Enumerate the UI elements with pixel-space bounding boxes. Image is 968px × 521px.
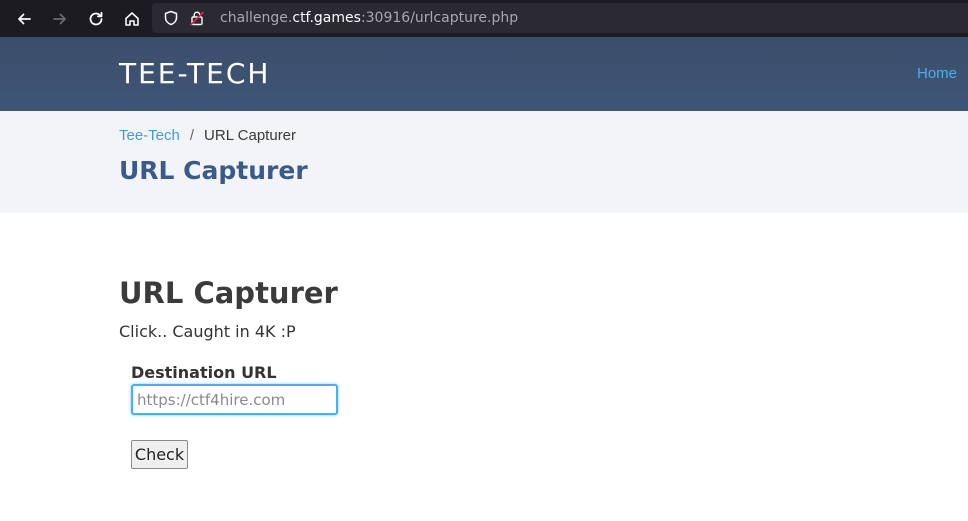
nav-home-link[interactable]: Home <box>917 65 957 82</box>
shield-icon <box>164 10 178 26</box>
breadcrumb: Tee-Tech / URL Capturer <box>119 127 296 144</box>
arrow-right-icon <box>53 13 66 24</box>
site-header: TEE-TECH Home <box>0 37 968 111</box>
check-button[interactable]: Check <box>131 440 188 469</box>
reload-button[interactable] <box>78 2 114 36</box>
breadcrumb-home-link[interactable]: Tee-Tech <box>119 127 180 144</box>
address-bar[interactable]: challenge.ctf.games:30916/urlcapture.php <box>152 3 968 33</box>
section-tagline: Click.. Caught in 4K :P <box>119 322 296 341</box>
destination-url-input[interactable] <box>131 384 338 415</box>
site-brand[interactable]: TEE-TECH <box>119 57 270 90</box>
home-icon <box>125 11 139 26</box>
home-button[interactable] <box>114 2 150 36</box>
page-title-band: Tee-Tech / URL Capturer URL Capturer <box>0 111 968 213</box>
url-host: ctf.games <box>292 10 361 26</box>
arrow-left-icon <box>18 13 31 24</box>
breadcrumb-separator: / <box>189 127 195 144</box>
url-suffix: :30916/urlcapture.php <box>360 10 519 26</box>
reload-icon <box>89 11 103 25</box>
url-form: Destination URL Check <box>131 363 338 469</box>
main-content: URL Capturer Click.. Caught in 4K :P Des… <box>119 276 338 469</box>
forward-button[interactable] <box>42 2 78 36</box>
tracking-protection-button[interactable] <box>158 3 184 33</box>
back-button[interactable] <box>6 2 42 36</box>
destination-url-label: Destination URL <box>131 363 277 382</box>
insecure-lock-icon <box>190 11 204 26</box>
url-text[interactable]: challenge.ctf.games:30916/urlcapture.php <box>220 10 518 26</box>
section-heading: URL Capturer <box>119 276 338 310</box>
page-title: URL Capturer <box>119 156 308 185</box>
url-prefix: challenge. <box>220 10 293 26</box>
site-security-button[interactable] <box>184 3 210 33</box>
breadcrumb-current: URL Capturer <box>204 127 297 144</box>
browser-toolbar: challenge.ctf.games:30916/urlcapture.php <box>0 0 968 37</box>
